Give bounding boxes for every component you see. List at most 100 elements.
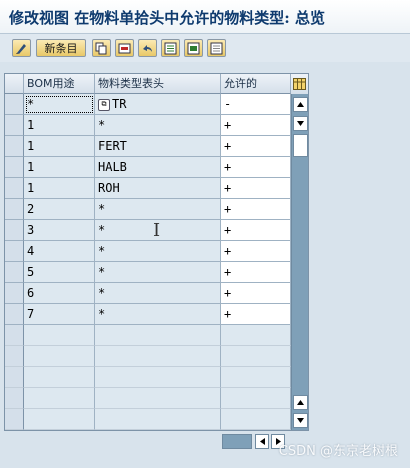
row-selector[interactable]: [5, 304, 24, 325]
material-type-cell[interactable]: *: [95, 283, 221, 304]
row-selector[interactable]: [5, 136, 24, 157]
bom-usage-cell[interactable]: 1: [24, 157, 95, 178]
material-type-cell[interactable]: *: [95, 241, 221, 262]
allowed-cell[interactable]: [221, 388, 291, 409]
table-row: [5, 409, 291, 430]
bom-usage-cell[interactable]: [24, 346, 95, 367]
window-title: 修改视图 在物料单拾头中允许的物料类型: 总览: [9, 9, 325, 27]
material-type-cell[interactable]: [95, 367, 221, 388]
bom-usage-cell[interactable]: [24, 367, 95, 388]
material-type-cell[interactable]: ROH: [95, 178, 221, 199]
allowed-cell[interactable]: [221, 409, 291, 430]
material-type-cell[interactable]: *: [95, 199, 221, 220]
material-type-cell[interactable]: FERT: [95, 136, 221, 157]
table-row: 1 HALB +: [5, 157, 291, 178]
bom-usage-cell[interactable]: [24, 325, 95, 346]
table-row: 1 FERT +: [5, 136, 291, 157]
copy-icon[interactable]: [92, 39, 111, 57]
row-selector[interactable]: [5, 157, 24, 178]
table-row: [5, 346, 291, 367]
bom-usage-cell[interactable]: 1: [24, 115, 95, 136]
table-settings-icon[interactable]: [291, 74, 308, 95]
table-row: 1 * +: [5, 115, 291, 136]
change-display-icon[interactable]: [12, 39, 31, 57]
scroll-thumb[interactable]: [293, 134, 308, 157]
allowed-cell[interactable]: +: [221, 283, 291, 304]
bom-usage-cell[interactable]: 5: [24, 262, 95, 283]
bom-usage-cell[interactable]: [24, 409, 95, 430]
row-selector[interactable]: [5, 325, 24, 346]
row-selector[interactable]: [5, 367, 24, 388]
material-type-cell[interactable]: [95, 388, 221, 409]
allowed-cell[interactable]: +: [221, 241, 291, 262]
row-selector[interactable]: [5, 409, 24, 430]
row-selector[interactable]: [5, 94, 24, 115]
allowed-cell[interactable]: +: [221, 199, 291, 220]
horizontal-scrollbar[interactable]: [222, 434, 252, 449]
material-type-cell[interactable]: [95, 346, 221, 367]
allowed-cell[interactable]: +: [221, 157, 291, 178]
select-block-icon[interactable]: [184, 39, 203, 57]
row-selector[interactable]: [5, 199, 24, 220]
bom-usage-cell[interactable]: 3: [24, 220, 95, 241]
bom-usage-cell[interactable]: 7: [24, 304, 95, 325]
row-selector[interactable]: [5, 178, 24, 199]
allowed-cell[interactable]: [221, 325, 291, 346]
material-type-cell[interactable]: *: [95, 262, 221, 283]
material-type-cell[interactable]: ⧉ TR: [95, 94, 221, 115]
allowed-cell[interactable]: +: [221, 136, 291, 157]
page-down-icon[interactable]: [293, 116, 308, 131]
row-selector[interactable]: [5, 241, 24, 262]
table-row: 5 * +: [5, 262, 291, 283]
scroll-left-icon[interactable]: [255, 434, 269, 449]
scroll-down-icon[interactable]: [293, 413, 308, 428]
table-row: 1 ROH +: [5, 178, 291, 199]
row-selector[interactable]: [5, 220, 24, 241]
bom-usage-cell[interactable]: 2: [24, 199, 95, 220]
table-row: 7 * +: [5, 304, 291, 325]
application-toolbar: 新条目: [0, 34, 410, 62]
select-all-icon[interactable]: [161, 39, 180, 57]
row-selector[interactable]: [5, 115, 24, 136]
title-bar: 修改视图 在物料单拾头中允许的物料类型: 总览: [0, 0, 410, 34]
allowed-cell[interactable]: +: [221, 304, 291, 325]
allowed-cell[interactable]: +: [221, 220, 291, 241]
row-selector[interactable]: [5, 388, 24, 409]
allowed-cell[interactable]: [221, 367, 291, 388]
material-type-cell[interactable]: *: [95, 304, 221, 325]
allowed-cell[interactable]: +: [221, 262, 291, 283]
new-entries-button[interactable]: 新条目: [36, 39, 86, 57]
select-all-rows-cell[interactable]: [5, 74, 24, 94]
bom-usage-cell[interactable]: 4: [24, 241, 95, 262]
column-header-material-type[interactable]: 物料类型表头: [95, 74, 221, 94]
allowed-cell[interactable]: [221, 346, 291, 367]
deselect-all-icon[interactable]: [207, 39, 226, 57]
bom-usage-cell[interactable]: 1: [24, 136, 95, 157]
row-selector[interactable]: [5, 283, 24, 304]
row-selector[interactable]: [5, 346, 24, 367]
bom-usage-cell[interactable]: *: [24, 94, 95, 115]
delete-icon[interactable]: [115, 39, 134, 57]
bom-usage-cell[interactable]: [24, 388, 95, 409]
material-type-cell[interactable]: [95, 325, 221, 346]
material-type-cell[interactable]: *: [95, 115, 221, 136]
row-selector[interactable]: [5, 262, 24, 283]
scroll-up-icon[interactable]: [293, 97, 308, 112]
table-row: [5, 388, 291, 409]
undo-icon[interactable]: [138, 39, 157, 57]
value-help-icon[interactable]: ⧉: [98, 98, 110, 111]
bom-usage-cell[interactable]: 6: [24, 283, 95, 304]
bom-usage-cell[interactable]: 1: [24, 178, 95, 199]
column-header-bom-usage[interactable]: BOM用途: [24, 74, 95, 94]
allowed-cell[interactable]: +: [221, 178, 291, 199]
page-up-icon[interactable]: [293, 395, 308, 410]
vertical-scrollbar[interactable]: [291, 94, 308, 430]
material-type-cell[interactable]: HALB: [95, 157, 221, 178]
allowed-cell[interactable]: -: [221, 94, 291, 115]
column-header-allowed[interactable]: 允许的: [221, 74, 291, 94]
text-cursor-icon: I: [153, 220, 161, 241]
table-row: 2 * +: [5, 199, 291, 220]
allowed-cell[interactable]: +: [221, 115, 291, 136]
material-type-cell[interactable]: [95, 409, 221, 430]
watermark: CSDN @东京老树根: [278, 444, 398, 459]
